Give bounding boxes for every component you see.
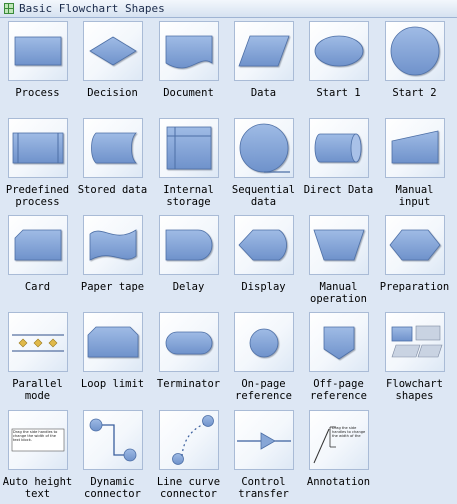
shape-item-terminator-shape[interactable]: Terminator xyxy=(151,309,226,406)
on-page-reference-shape-icon xyxy=(234,312,294,372)
shape-item-off-page-reference-shape[interactable]: Off-page reference xyxy=(301,309,376,406)
shape-item-start2-shape[interactable]: Start 2 xyxy=(377,18,452,115)
shape-item-display-shape[interactable]: Display xyxy=(226,212,301,309)
shape-item-process-shape[interactable]: Process xyxy=(0,18,75,115)
shape-label: Paper tape xyxy=(80,281,145,293)
shape-label: Line curve connector xyxy=(156,476,221,500)
off-page-reference-shape-icon xyxy=(309,312,369,372)
shape-item-document-shape[interactable]: Document xyxy=(151,18,226,115)
flowchart-shapes-icon xyxy=(385,312,445,372)
auto-height-text-icon: Drag the side handles to change the widt… xyxy=(8,410,68,470)
shape-label: Stored data xyxy=(77,184,148,196)
shape-label: Display xyxy=(241,281,286,293)
shape-item-control-transfer[interactable]: Control transfer xyxy=(226,407,301,504)
card-shape-icon xyxy=(8,215,68,275)
panel-title-bar[interactable]: Basic Flowchart Shapes xyxy=(0,0,457,18)
shape-label: Terminator xyxy=(156,378,221,390)
shape-label: Internal storage xyxy=(163,184,214,208)
shape-item-manual-operation-shape[interactable]: Manual operation xyxy=(301,212,376,309)
shape-item-data-shape[interactable]: Data xyxy=(226,18,301,115)
shape-item-delay-shape[interactable]: Delay xyxy=(151,212,226,309)
display-shape-icon xyxy=(234,215,294,275)
shape-item-annotation[interactable]: Drag the side handles to change the widt… xyxy=(301,407,376,504)
shape-item-preparation-shape[interactable]: Preparation xyxy=(377,212,452,309)
shape-item-loop-limit-shape[interactable]: Loop limit xyxy=(75,309,150,406)
shape-label: Predefined process xyxy=(5,184,70,208)
shape-item-manual-input-shape[interactable]: Manual input xyxy=(377,115,452,212)
shape-item-auto-height-text[interactable]: Drag the side handles to change the widt… xyxy=(0,407,75,504)
paper-tape-shape-icon xyxy=(83,215,143,275)
decision-shape-icon xyxy=(83,21,143,81)
shape-item-line-curve-connector[interactable]: Line curve connector xyxy=(151,407,226,504)
shape-item-parallel-mode-shape[interactable]: Parallel mode xyxy=(0,309,75,406)
manual-input-shape-icon xyxy=(385,118,445,178)
shape-label: Manual operation xyxy=(310,281,367,305)
shape-label: Dynamic connector xyxy=(84,476,141,500)
shape-item-predefined-process-shape[interactable]: Predefined process xyxy=(0,115,75,212)
thumb-caption: Drag the side handles to change the widt… xyxy=(332,426,366,439)
shape-label: Auto height text xyxy=(2,476,73,500)
shape-item-on-page-reference-shape[interactable]: On-page reference xyxy=(226,309,301,406)
shape-item-paper-tape-shape[interactable]: Paper tape xyxy=(75,212,150,309)
shape-label: Flowchart shapes xyxy=(386,378,443,402)
loop-limit-shape-icon xyxy=(83,312,143,372)
control-transfer-icon xyxy=(234,410,294,470)
shape-item-start1-shape[interactable]: Start 1 xyxy=(301,18,376,115)
shape-label: Manual input xyxy=(395,184,434,208)
shape-label: Decision xyxy=(87,87,138,99)
line-curve-connector-icon xyxy=(159,410,219,470)
shape-label: Sequential data xyxy=(231,184,296,208)
predefined-process-shape-icon xyxy=(8,118,68,178)
shape-label: Card xyxy=(24,281,51,293)
data-shape-icon xyxy=(234,21,294,81)
shape-item-card-shape[interactable]: Card xyxy=(0,212,75,309)
start1-shape-icon xyxy=(309,21,369,81)
process-shape-icon xyxy=(8,21,68,81)
delay-shape-icon xyxy=(159,215,219,275)
shape-item-sequential-data-shape[interactable]: Sequential data xyxy=(226,115,301,212)
shape-item-flowchart-shapes[interactable]: Flowchart shapes xyxy=(377,309,452,406)
shape-label: Direct Data xyxy=(303,184,374,196)
shape-item-decision-shape[interactable]: Decision xyxy=(75,18,150,115)
shape-label: Preparation xyxy=(379,281,450,293)
dynamic-connector-icon xyxy=(83,410,143,470)
shape-label: Delay xyxy=(172,281,205,293)
shape-label: Parallel mode xyxy=(12,378,63,402)
sequential-data-shape-icon xyxy=(234,118,294,178)
terminator-shape-icon xyxy=(159,312,219,372)
shape-label: Document xyxy=(163,87,214,99)
shapes-library-icon xyxy=(4,3,14,14)
shape-item-direct-data-shape[interactable]: Direct Data xyxy=(301,115,376,212)
shape-label: Start 1 xyxy=(316,87,361,99)
direct-data-shape-icon xyxy=(309,118,369,178)
panel-title: Basic Flowchart Shapes xyxy=(19,2,165,15)
shape-label: Start 2 xyxy=(392,87,437,99)
shape-item-stored-data-shape[interactable]: Stored data xyxy=(75,115,150,212)
shape-label: Annotation xyxy=(306,476,371,488)
document-shape-icon xyxy=(159,21,219,81)
preparation-shape-icon xyxy=(385,215,445,275)
manual-operation-shape-icon xyxy=(309,215,369,275)
thumb-caption: Drag the side handles to change the widt… xyxy=(13,430,58,443)
shape-item-dynamic-connector[interactable]: Dynamic connector xyxy=(75,407,150,504)
internal-storage-shape-icon xyxy=(159,118,219,178)
shape-item-internal-storage-shape[interactable]: Internal storage xyxy=(151,115,226,212)
shape-label: Off-page reference xyxy=(310,378,367,402)
stored-data-shape-icon xyxy=(83,118,143,178)
shape-label: Loop limit xyxy=(80,378,145,390)
shape-label: On-page reference xyxy=(235,378,292,402)
shape-label: Data xyxy=(250,87,277,99)
shape-label: Control transfer xyxy=(238,476,289,500)
shape-grid: Process Decision Document Data Start 1 Start … xyxy=(0,18,457,504)
start2-shape-icon xyxy=(385,21,445,81)
annotation-icon: Drag the side handles to change the widt… xyxy=(309,410,369,470)
parallel-mode-shape-icon xyxy=(8,312,68,372)
shape-label: Process xyxy=(15,87,60,99)
